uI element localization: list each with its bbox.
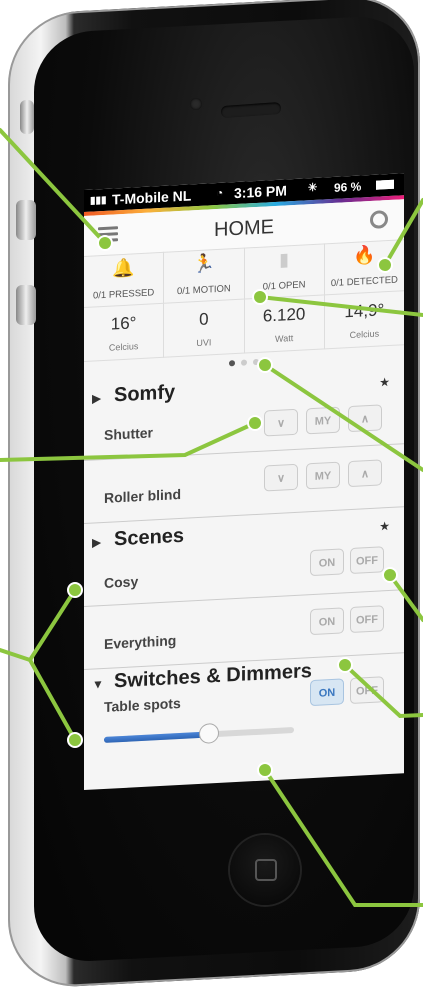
callout-dot	[337, 657, 353, 673]
callout-sections-b	[28, 658, 77, 742]
callout-sensors	[258, 295, 423, 317]
callout-dot	[257, 762, 273, 778]
callout-dot	[247, 415, 263, 431]
callout-dot	[382, 567, 398, 583]
callout-dot	[67, 732, 83, 748]
callout-settings	[383, 198, 423, 267]
callout-values	[263, 363, 423, 472]
callout-star	[388, 573, 423, 622]
callout-dot	[97, 235, 113, 251]
callout-dimmer	[263, 768, 423, 907]
callout-dot	[252, 289, 268, 305]
callout-dot	[67, 582, 83, 598]
callout-dot	[257, 357, 273, 373]
callout-dot	[377, 257, 393, 273]
callout-lines	[0, 128, 423, 907]
callout-sections-a	[0, 588, 77, 663]
stage: ▮▮▮ T-Mobile NL ◔ 3:16 PM ✳ 96 % HOME 🔔 …	[0, 0, 423, 990]
callout-on-off	[343, 663, 423, 719]
callout-menu	[0, 128, 107, 245]
callout-pager	[0, 421, 257, 462]
